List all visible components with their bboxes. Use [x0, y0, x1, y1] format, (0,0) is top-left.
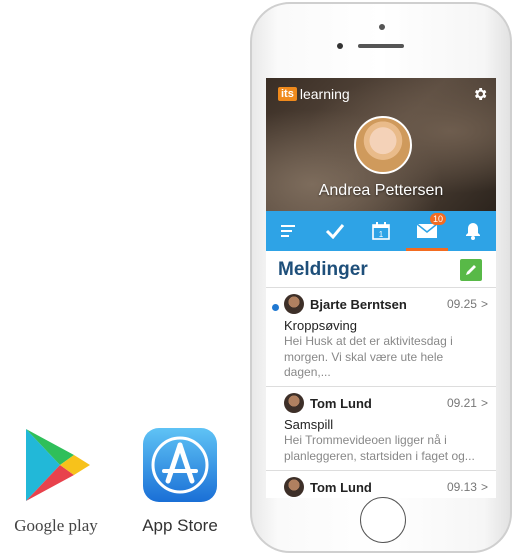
app-store-badge[interactable]: App Store: [130, 425, 230, 536]
chevron-right-icon: >: [480, 297, 488, 311]
phone-speaker: [358, 44, 404, 48]
sender-avatar: [284, 294, 304, 314]
tab-calendar[interactable]: 1: [366, 211, 396, 251]
google-play-label: Google play: [14, 516, 98, 535]
app-screen: its learning Andrea Pettersen 1 10 Meldi…: [266, 78, 496, 498]
mail-icon: [417, 224, 437, 238]
calendar-day: 1: [379, 230, 384, 239]
calendar-icon: 1: [372, 222, 390, 240]
unread-dot: [272, 304, 279, 311]
chevron-right-icon: >: [480, 480, 488, 494]
avatar[interactable]: [354, 116, 412, 174]
message-time: 09.21: [446, 396, 477, 410]
gear-icon[interactable]: [472, 86, 488, 102]
message-time: 09.13: [446, 480, 477, 494]
message-preview-line1: Hei Trommevideoen ligger nå i: [284, 433, 447, 447]
message-item[interactable]: Tom Lund 09.21 > Samspill Hei Trommevide…: [266, 387, 496, 471]
message-preview-line2: planleggeren, startsiden i faget og...: [284, 449, 475, 463]
sender-avatar: [284, 477, 304, 497]
app-store-icon: [143, 428, 217, 502]
user-name: Andrea Pettersen: [318, 182, 444, 199]
logo-prefix: its: [278, 87, 297, 101]
itslearning-logo: its learning: [278, 86, 350, 102]
menu-icon: [281, 225, 295, 237]
check-icon: [325, 224, 345, 239]
message-time: 09.25: [446, 297, 477, 311]
phone-sensor: [337, 43, 343, 49]
tab-notifications[interactable]: [458, 211, 488, 251]
message-sender: Tom Lund: [310, 479, 372, 495]
google-play-icon: [26, 429, 90, 501]
messages-badge: 10: [429, 213, 446, 225]
logo-text: learning: [299, 86, 350, 102]
pencil-icon: [466, 265, 476, 275]
tab-menu[interactable]: [274, 211, 304, 251]
message-item[interactable]: Tom Lund 09.13 >: [266, 471, 496, 498]
message-subject: Samspill: [284, 417, 334, 432]
chevron-right-icon: >: [480, 396, 488, 410]
app-store-label: App Store: [142, 516, 218, 535]
sender-avatar: [284, 393, 304, 413]
messages-header: Meldinger: [266, 251, 496, 288]
tab-bar: 1 10: [266, 211, 496, 251]
message-subject: Kroppsøving: [284, 318, 357, 333]
profile-header: its learning Andrea Pettersen: [266, 78, 496, 211]
message-sender: Bjarte Berntsen: [310, 296, 407, 312]
compose-button[interactable]: [460, 259, 482, 281]
tab-messages[interactable]: 10: [406, 211, 448, 251]
message-sender: Tom Lund: [310, 395, 372, 411]
message-preview-line2: morgen. Vi skal være ute hele dagen,...: [284, 350, 444, 379]
google-play-badge[interactable]: Google play: [6, 425, 106, 536]
home-button[interactable]: [360, 497, 406, 543]
tab-tasks[interactable]: [320, 211, 350, 251]
phone-frame: its learning Andrea Pettersen 1 10 Meldi…: [250, 2, 512, 553]
message-item[interactable]: Bjarte Berntsen 09.25 > Kroppsøving Hei …: [266, 288, 496, 387]
phone-camera: [379, 24, 385, 30]
bell-icon: [466, 223, 480, 240]
page-title: Meldinger: [278, 259, 368, 280]
message-preview-line1: Hei Husk at det er aktivitesdag i: [284, 334, 453, 348]
